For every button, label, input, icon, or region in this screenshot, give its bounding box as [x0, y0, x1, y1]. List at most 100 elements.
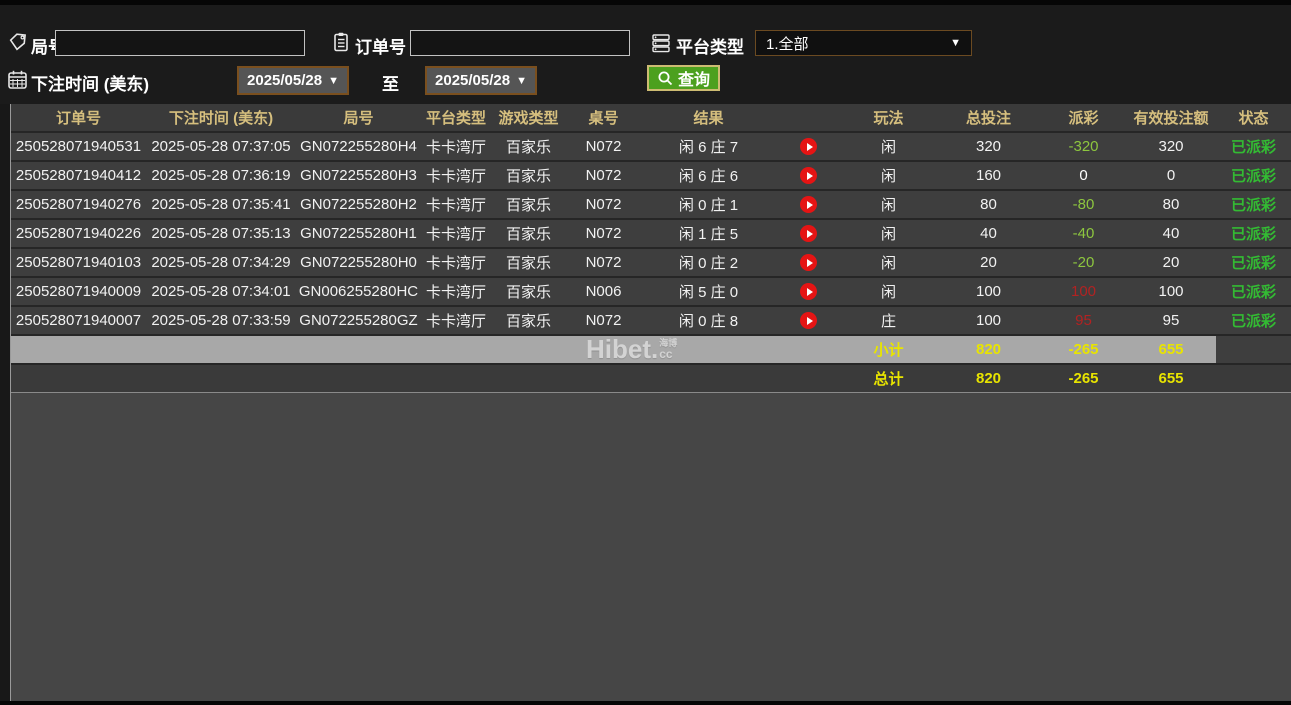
cell-order-no: 250528071940226 — [11, 225, 146, 242]
table-row: 250528071940226 2025-05-28 07:35:13 GN07… — [11, 220, 1291, 249]
cell-play: 闲 — [841, 223, 936, 244]
table-row: 250528071940007 2025-05-28 07:33:59 GN07… — [11, 307, 1291, 336]
cell-status: 已派彩 — [1216, 194, 1291, 215]
cell-platform: 卡卡湾厅 — [421, 281, 491, 302]
total-payout: -265 — [1041, 370, 1126, 387]
cell-game-type: 百家乐 — [491, 194, 566, 215]
watermark-brand: Hibet. — [586, 334, 658, 365]
col-header-result: 结果 — [641, 107, 776, 128]
date-to-picker[interactable]: 2025/05/28 ▼ — [425, 66, 537, 95]
bet-records-table: 订单号 下注时间 (美东) 局号 平台类型 游戏类型 桌号 结果 玩法 总投注 … — [10, 104, 1291, 701]
list-icon — [650, 32, 672, 54]
cell-bet-time: 2025-05-28 07:33:59 — [146, 312, 296, 329]
play-icon[interactable] — [800, 254, 817, 271]
cell-payout: -20 — [1041, 254, 1126, 271]
subtotal-payout: -265 — [1041, 341, 1126, 358]
search-button[interactable]: 查询 — [647, 65, 720, 91]
cell-game-type: 百家乐 — [491, 165, 566, 186]
cell-valid-bet: 320 — [1126, 138, 1216, 155]
magnifier-icon — [657, 70, 674, 87]
cell-play: 闲 — [841, 281, 936, 302]
play-icon[interactable] — [800, 138, 817, 155]
subtotal-label: 小计 — [841, 339, 936, 360]
cell-order-no: 250528071940007 — [11, 312, 146, 329]
cell-bet-time: 2025-05-28 07:34:29 — [146, 254, 296, 271]
cell-payout: 0 — [1041, 167, 1126, 184]
table-row: 250528071940103 2025-05-28 07:34:29 GN07… — [11, 249, 1291, 278]
cell-game-type: 百家乐 — [491, 136, 566, 157]
cell-status: 已派彩 — [1216, 310, 1291, 331]
cell-result: 闲 6 庄 6 — [641, 165, 776, 186]
cell-game-type: 百家乐 — [491, 310, 566, 331]
cell-platform: 卡卡湾厅 — [421, 136, 491, 157]
cell-order-no: 250528071940531 — [11, 138, 146, 155]
date-from-picker[interactable]: 2025/05/28 ▼ — [237, 66, 349, 95]
tag-icon — [8, 31, 30, 53]
cell-table-no: N072 — [566, 167, 641, 184]
cell-table-no: N072 — [566, 196, 641, 213]
clipboard-icon — [330, 31, 352, 53]
cell-total-bet: 160 — [936, 167, 1041, 184]
cell-game-type: 百家乐 — [491, 223, 566, 244]
window-bottom-edge — [0, 701, 1291, 705]
cell-payout: -80 — [1041, 196, 1126, 213]
table-row: 250528071940531 2025-05-28 07:37:05 GN07… — [11, 133, 1291, 162]
cell-bet-time: 2025-05-28 07:34:01 — [146, 283, 296, 300]
cell-order-no: 250528071940412 — [11, 167, 146, 184]
cell-platform: 卡卡湾厅 — [421, 165, 491, 186]
platform-type-select[interactable]: 1.全部 ▼ — [755, 30, 972, 56]
chevron-down-icon: ▼ — [950, 37, 961, 49]
cell-table-no: N006 — [566, 283, 641, 300]
cell-total-bet: 80 — [936, 196, 1041, 213]
date-from-value: 2025/05/28 — [247, 72, 322, 89]
game-no-input[interactable] — [55, 30, 305, 56]
cell-total-bet: 40 — [936, 225, 1041, 242]
cell-status: 已派彩 — [1216, 165, 1291, 186]
col-header-bet-time: 下注时间 (美东) — [146, 107, 296, 128]
watermark-suffix: cc — [659, 348, 677, 360]
col-header-valid-bet: 有效投注额 — [1126, 107, 1216, 128]
total-total-bet: 820 — [936, 370, 1041, 387]
cell-payout: -40 — [1041, 225, 1126, 242]
cell-game-no: GN072255280H3 — [296, 167, 421, 184]
cell-total-bet: 20 — [936, 254, 1041, 271]
cell-valid-bet: 20 — [1126, 254, 1216, 271]
cell-bet-time: 2025-05-28 07:35:13 — [146, 225, 296, 242]
cell-platform: 卡卡湾厅 — [421, 310, 491, 331]
order-no-input[interactable] — [410, 30, 630, 56]
platform-type-label: 平台类型 — [676, 33, 744, 58]
hibet-watermark: Hibet. 海博 cc — [586, 336, 677, 363]
cell-bet-time: 2025-05-28 07:37:05 — [146, 138, 296, 155]
cell-valid-bet: 0 — [1126, 167, 1216, 184]
cell-order-no: 250528071940009 — [11, 283, 146, 300]
play-icon[interactable] — [800, 225, 817, 242]
table-row: 250528071940412 2025-05-28 07:36:19 GN07… — [11, 162, 1291, 191]
play-icon[interactable] — [800, 167, 817, 184]
date-to-label: 至 — [382, 70, 399, 95]
cell-table-no: N072 — [566, 254, 641, 271]
play-icon[interactable] — [800, 312, 817, 329]
col-header-total-bet: 总投注 — [936, 107, 1041, 128]
cell-result: 闲 0 庄 8 — [641, 310, 776, 331]
cell-result: 闲 5 庄 0 — [641, 281, 776, 302]
cell-table-no: N072 — [566, 225, 641, 242]
subtotal-valid-bet: 655 — [1126, 341, 1216, 358]
cell-result: 闲 0 庄 2 — [641, 252, 776, 273]
total-valid-bet: 655 — [1126, 370, 1216, 387]
cell-game-type: 百家乐 — [491, 281, 566, 302]
table-header-row: 订单号 下注时间 (美东) 局号 平台类型 游戏类型 桌号 结果 玩法 总投注 … — [11, 104, 1291, 133]
col-header-game-type: 游戏类型 — [491, 107, 566, 128]
play-icon[interactable] — [800, 283, 817, 300]
play-icon[interactable] — [800, 196, 817, 213]
cell-game-no: GN072255280H0 — [296, 254, 421, 271]
bet-time-label: 下注时间 (美东) — [31, 70, 149, 95]
chevron-down-icon: ▼ — [328, 75, 339, 87]
table-row: 250528071940009 2025-05-28 07:34:01 GN00… — [11, 278, 1291, 307]
cell-play: 闲 — [841, 252, 936, 273]
order-no-label: 订单号 — [355, 33, 406, 58]
cell-payout: 95 — [1041, 312, 1126, 329]
cell-order-no: 250528071940103 — [11, 254, 146, 271]
cell-table-no: N072 — [566, 138, 641, 155]
chevron-down-icon: ▼ — [516, 75, 527, 87]
cell-play: 闲 — [841, 136, 936, 157]
